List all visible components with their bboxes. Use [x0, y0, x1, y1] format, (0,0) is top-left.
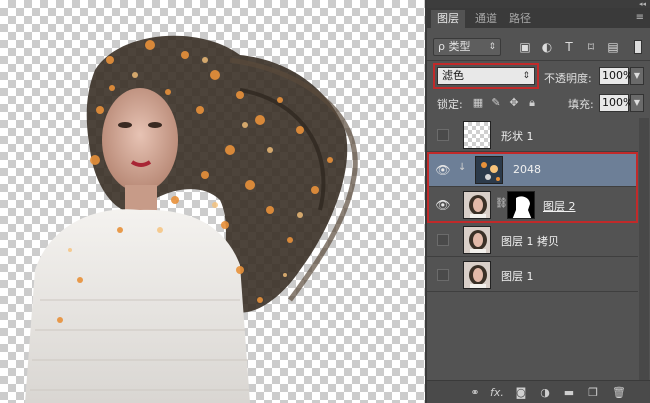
layer-name: 图层 1 拷贝 [501, 235, 559, 248]
lock-position-icon[interactable]: ✥ [507, 96, 521, 110]
layer-filter-row: ρ 类型 ⇕ ▣ ◐ T ⌑ ▤ [427, 36, 650, 58]
opacity-dropdown-icon[interactable]: ▼ [630, 67, 644, 85]
document-canvas[interactable] [0, 0, 425, 403]
divider [427, 60, 650, 61]
layer-row[interactable]: 形状 1 [427, 118, 638, 152]
lock-label: 锁定: [437, 98, 463, 111]
fill-label: 填充: [568, 98, 594, 111]
link-layers-icon[interactable]: ⚭ [467, 385, 483, 401]
panel-title-bar: ◂◂ [427, 0, 650, 8]
lock-transparent-pixels-icon[interactable]: ▦ [471, 96, 485, 110]
layer-row[interactable]: 图层 1 拷贝 [427, 223, 638, 257]
layer-list: 形状 1 👁︎ ↓ 2048 👁︎ ⛓ 图层 2 图层 1 拷贝 图层 1 [427, 118, 650, 380]
layer-thumbnail [463, 261, 491, 289]
image-filter-icon[interactable]: ▣ [517, 39, 533, 55]
tab-paths[interactable]: 路径 [503, 10, 537, 28]
portrait-thumb-art [469, 265, 487, 288]
lock-row: 锁定: ▦ ✎ ✥ 🔒︎ 填充: 100% ▼ [427, 92, 650, 114]
delete-layer-icon[interactable]: 🗑︎ [611, 385, 627, 401]
tab-channels[interactable]: 通道 [469, 10, 503, 28]
layer-list-scrollbar[interactable] [639, 118, 649, 380]
visibility-toggle[interactable] [437, 129, 449, 141]
layer-name: 形状 1 [501, 130, 534, 143]
layer-name: 图层 1 [501, 270, 534, 283]
add-mask-icon[interactable]: ◙ [513, 385, 529, 401]
visibility-toggle[interactable] [437, 269, 449, 281]
fill-dropdown-icon[interactable]: ▼ [630, 94, 644, 112]
adjustment-layer-icon[interactable]: ◑ [537, 385, 553, 401]
fill-input[interactable]: 100% [599, 94, 633, 112]
layer-thumbnail [463, 226, 491, 254]
layers-bottom-toolbar: ⚭ fx. ◙ ◑ ▬ ❐ 🗑︎ [427, 380, 650, 403]
adjustment-filter-icon[interactable]: ◐ [539, 39, 555, 55]
chevron-updown-icon: ⇕ [488, 42, 496, 52]
smart-object-filter-icon[interactable]: ▤ [605, 39, 621, 55]
filter-kind-label: ρ 类型 [438, 40, 471, 53]
opacity-input[interactable]: 100% [599, 67, 633, 85]
panel-menu-icon[interactable]: ≡ [636, 12, 644, 24]
layers-panel: ◂◂ 图层 通道 路径 ≡ ρ 类型 ⇕ ▣ ◐ T ⌑ ▤ 滤色 ⇕ 不透明度… [425, 0, 650, 403]
portrait-thumb-art [469, 230, 487, 253]
visibility-toggle[interactable] [437, 234, 449, 246]
blend-row: 滤色 ⇕ 不透明度: 100% ▼ [427, 63, 650, 89]
chevron-updown-icon: ⇕ [522, 71, 530, 81]
filter-toggle-switch[interactable] [634, 40, 642, 54]
fx-icon[interactable]: fx. [489, 385, 505, 401]
panel-tabs: 图层 通道 路径 ≡ [427, 8, 650, 28]
new-group-icon[interactable]: ▬ [561, 385, 577, 401]
artwork-image [25, 35, 358, 403]
lock-all-icon[interactable]: 🔒︎ [525, 96, 539, 110]
blend-mode-select[interactable]: 滤色 ⇕ [437, 67, 535, 85]
selection-highlight [427, 152, 638, 223]
filter-kind-select[interactable]: ρ 类型 ⇕ [433, 38, 501, 56]
shape-filter-icon[interactable]: ⌑ [583, 39, 599, 55]
opacity-label: 不透明度: [544, 72, 592, 85]
lock-image-pixels-icon[interactable]: ✎ [489, 96, 503, 110]
collapse-panel-icon[interactable]: ◂◂ [639, 0, 646, 8]
type-filter-icon[interactable]: T [561, 39, 577, 55]
layer-thumbnail [463, 121, 491, 149]
layer-row[interactable]: 图层 1 [427, 258, 638, 292]
blend-mode-value: 滤色 [442, 69, 464, 82]
new-layer-icon[interactable]: ❐ [585, 385, 601, 401]
tab-layers[interactable]: 图层 [431, 10, 465, 28]
